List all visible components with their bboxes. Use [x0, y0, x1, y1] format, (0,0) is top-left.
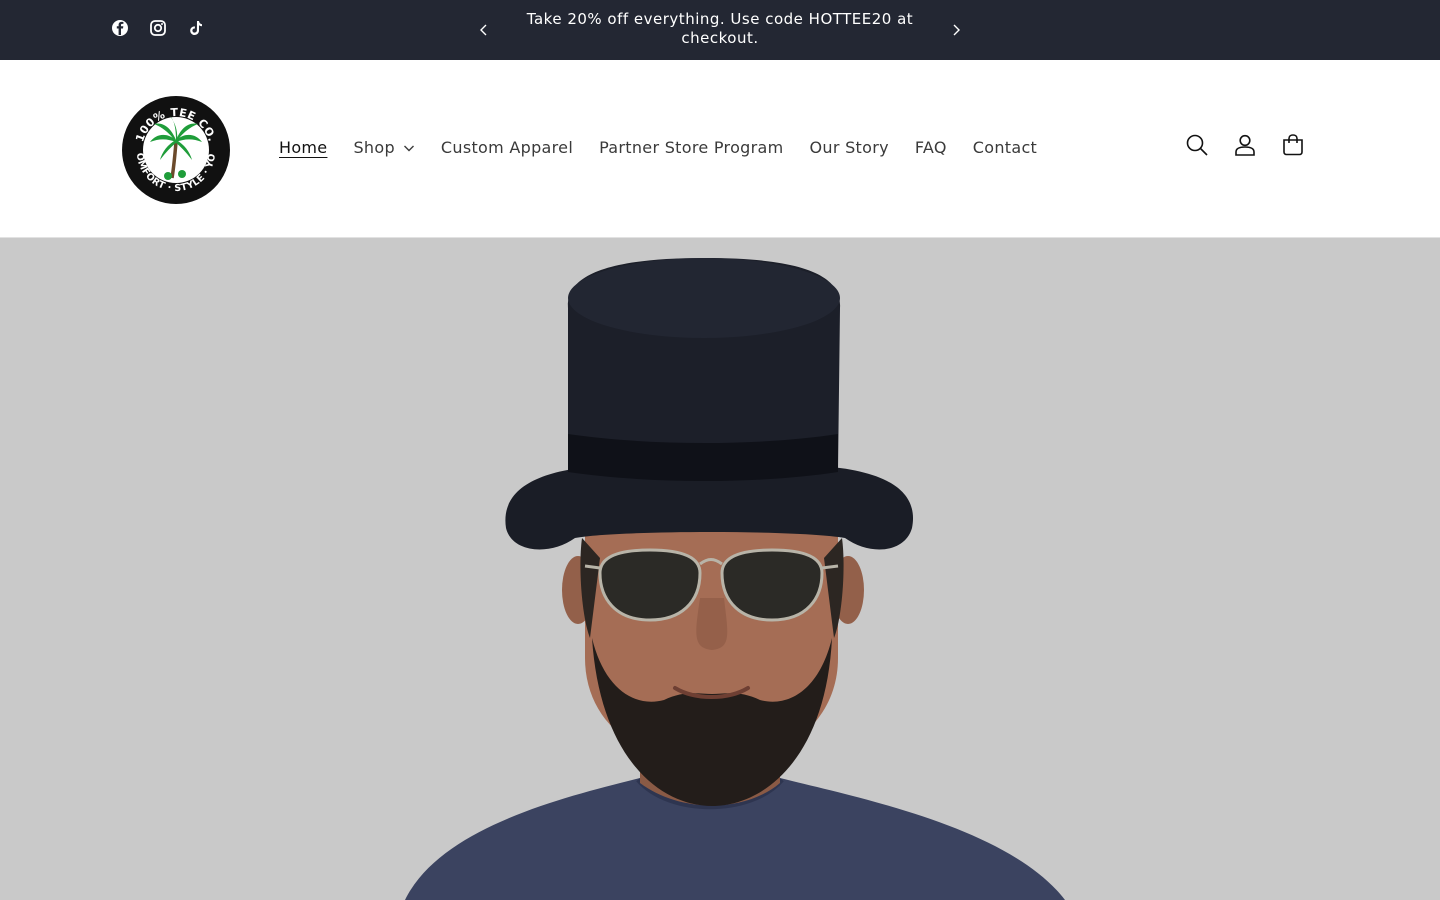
nav-faq-label: FAQ	[914, 138, 947, 157]
site-header: 100% TEE CO. COMFORT · STYLE · YOU Home	[0, 60, 1440, 238]
chevron-left-icon	[480, 24, 487, 36]
nav-custom-apparel[interactable]: Custom Apparel	[428, 136, 586, 160]
social-links	[110, 18, 206, 38]
nav-our-story[interactable]: Our Story	[797, 136, 902, 160]
tiktok-icon[interactable]	[186, 18, 206, 38]
announcement-text: Take 20% off everything. Use code HOTTEE…	[526, 10, 914, 47]
nav-home-label: Home	[279, 138, 328, 157]
nav-home[interactable]: Home	[266, 136, 340, 160]
chevron-down-icon	[403, 145, 414, 152]
hero-banner	[0, 238, 1440, 900]
announcement-next-button[interactable]	[942, 16, 970, 44]
main-nav: Home Shop Custom Apparel Partner Store P…	[266, 136, 1050, 160]
chevron-right-icon	[953, 24, 960, 36]
nav-shop[interactable]: Shop	[340, 136, 427, 160]
nav-our-story-label: Our Story	[809, 138, 889, 157]
nav-shop-label: Shop	[353, 138, 395, 157]
nav-contact-label: Contact	[972, 138, 1038, 157]
nav-custom-apparel-label: Custom Apparel	[440, 138, 574, 157]
nav-partner-store-program[interactable]: Partner Store Program	[586, 136, 796, 160]
cart-icon[interactable]	[1280, 132, 1306, 158]
logo[interactable]: 100% TEE CO. COMFORT · STYLE · YOU	[120, 94, 232, 206]
account-icon[interactable]	[1232, 132, 1258, 158]
facebook-icon[interactable]	[110, 18, 130, 38]
nav-faq[interactable]: FAQ	[902, 136, 960, 160]
search-icon[interactable]	[1184, 132, 1210, 158]
hero-image	[0, 238, 1440, 900]
nav-contact[interactable]: Contact	[960, 136, 1050, 160]
announcement-bar: Take 20% off everything. Use code HOTTEE…	[0, 0, 1440, 60]
header-actions	[1184, 132, 1306, 158]
nav-partner-store-program-label: Partner Store Program	[599, 138, 784, 157]
instagram-icon[interactable]	[148, 18, 168, 38]
announcement-prev-button[interactable]	[470, 16, 498, 44]
